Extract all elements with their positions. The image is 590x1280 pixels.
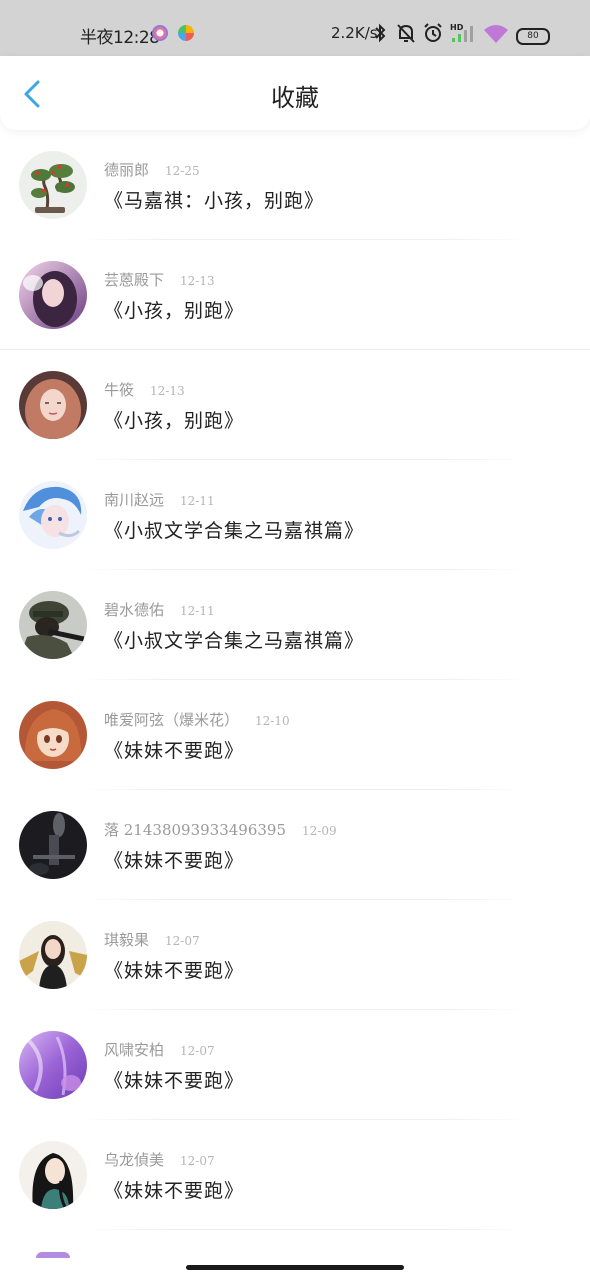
author-name[interactable]: 南川赵远 — [104, 491, 164, 509]
author-name[interactable]: 芸蒽殿下 — [104, 271, 164, 289]
nav-header: 收藏 — [0, 56, 590, 130]
item-meta: 德丽郎 12-25 — [104, 159, 200, 180]
item-meta: 碧水德佑 12-11 — [104, 599, 215, 620]
item-date: 12-07 — [180, 1154, 215, 1168]
author-name[interactable]: 乌龙偵美 — [104, 1151, 164, 1169]
item-title[interactable]: 《妹妹不要跑》 — [104, 1176, 244, 1203]
mute-bell-icon — [397, 24, 415, 43]
battery-icon: 80 — [516, 28, 550, 45]
alarm-icon — [424, 23, 442, 42]
item-title[interactable]: 《妹妹不要跑》 — [104, 1066, 244, 1093]
favorites-list: 德丽郎 12-25 《马嘉祺：小孩，别跑》 芸蒽殿下 12-13 《小孩，别跑》 — [0, 130, 590, 1230]
author-name[interactable]: 德丽郎 — [104, 161, 149, 179]
svg-text:HD: HD — [450, 23, 464, 32]
favorite-item[interactable]: 唯爱阿弦（爆米花） 12-10 《妹妹不要跑》 — [0, 680, 590, 790]
favorite-item[interactable]: 牛筱 12-13 《小孩，别跑》 — [0, 350, 590, 460]
author-name[interactable]: 琪毅果 — [104, 931, 149, 949]
avatar — [19, 261, 87, 329]
bluetooth-icon — [375, 23, 386, 43]
author-name[interactable]: 碧水德佑 — [104, 601, 164, 619]
avatar — [19, 151, 87, 219]
item-date: 12-13 — [180, 274, 215, 288]
item-title[interactable]: 《妹妹不要跑》 — [104, 956, 244, 983]
status-bar: 半夜12:28 2.2K/s HD 80 — [0, 0, 590, 56]
item-date: 12-07 — [165, 934, 200, 948]
favorite-item[interactable]: 碧水德佑 12-11 《小叔文学合集之马嘉祺篇》 — [0, 570, 590, 680]
favorite-item[interactable]: 南川赵远 12-11 《小叔文学合集之马嘉祺篇》 — [0, 460, 590, 570]
item-title[interactable]: 《马嘉祺：小孩，别跑》 — [104, 186, 324, 213]
item-date: 12-13 — [150, 384, 185, 398]
favorite-item[interactable]: 芸蒽殿下 12-13 《小孩，别跑》 — [0, 240, 590, 350]
item-meta: 芸蒽殿下 12-13 — [104, 269, 215, 290]
avatar — [19, 591, 87, 659]
avatar — [36, 1252, 70, 1258]
home-indicator[interactable] — [186, 1265, 404, 1270]
signal-icon: HD — [450, 23, 473, 42]
item-meta: 乌龙偵美 12-07 — [104, 1149, 215, 1170]
item-date: 12-11 — [180, 494, 215, 508]
item-date: 12-10 — [255, 714, 290, 728]
item-date: 12-25 — [165, 164, 200, 178]
page-title: 收藏 — [271, 84, 319, 112]
item-title[interactable]: 《小孩，别跑》 — [104, 296, 244, 323]
item-meta: 南川赵远 12-11 — [104, 489, 215, 510]
item-meta: 琪毅果 12-07 — [104, 929, 200, 950]
item-meta: 落 21438093933496395 12-09 — [104, 819, 337, 840]
favorite-item[interactable]: 德丽郎 12-25 《马嘉祺：小孩，别跑》 — [0, 130, 590, 240]
item-title[interactable]: 《小孩，别跑》 — [104, 406, 244, 433]
item-title[interactable]: 《小叔文学合集之马嘉祺篇》 — [104, 626, 364, 653]
item-title[interactable]: 《妹妹不要跑》 — [104, 736, 244, 763]
avatar — [19, 921, 87, 989]
avatar — [19, 701, 87, 769]
favorite-item[interactable]: 风啸安柏 12-07 《妹妹不要跑》 — [0, 1010, 590, 1120]
wifi-icon — [484, 25, 508, 43]
avatar — [19, 811, 87, 879]
favorite-item[interactable]: 落 21438093933496395 12-09 《妹妹不要跑》 — [0, 790, 590, 900]
item-meta: 风啸安柏 12-07 — [104, 1039, 215, 1060]
avatar — [19, 1141, 87, 1209]
author-name[interactable]: 风啸安柏 — [104, 1041, 164, 1059]
favorite-item[interactable]: 乌龙偵美 12-07 《妹妹不要跑》 — [0, 1120, 590, 1230]
app-icon-1 — [152, 25, 168, 41]
author-name[interactable]: 唯爱阿弦（爆米花） — [104, 711, 239, 729]
author-name[interactable]: 牛筱 — [104, 381, 134, 399]
item-date: 12-11 — [180, 604, 215, 618]
item-title[interactable]: 《妹妹不要跑》 — [104, 846, 244, 873]
item-date: 12-09 — [302, 824, 337, 838]
avatar — [19, 481, 87, 549]
network-speed: 2.2K/s — [331, 24, 378, 42]
divider — [80, 1229, 530, 1230]
avatar — [19, 371, 87, 439]
item-title[interactable]: 《小叔文学合集之马嘉祺篇》 — [104, 516, 364, 543]
app-icon-2 — [178, 25, 194, 41]
avatar — [19, 1031, 87, 1099]
author-name[interactable]: 落 21438093933496395 — [104, 821, 286, 839]
item-date: 12-07 — [180, 1044, 215, 1058]
item-meta: 唯爱阿弦（爆米花） 12-10 — [104, 709, 290, 730]
favorite-item[interactable]: 琪毅果 12-07 《妹妹不要跑》 — [0, 900, 590, 1010]
item-meta: 牛筱 12-13 — [104, 379, 185, 400]
status-time: 半夜12:28 — [80, 28, 160, 48]
